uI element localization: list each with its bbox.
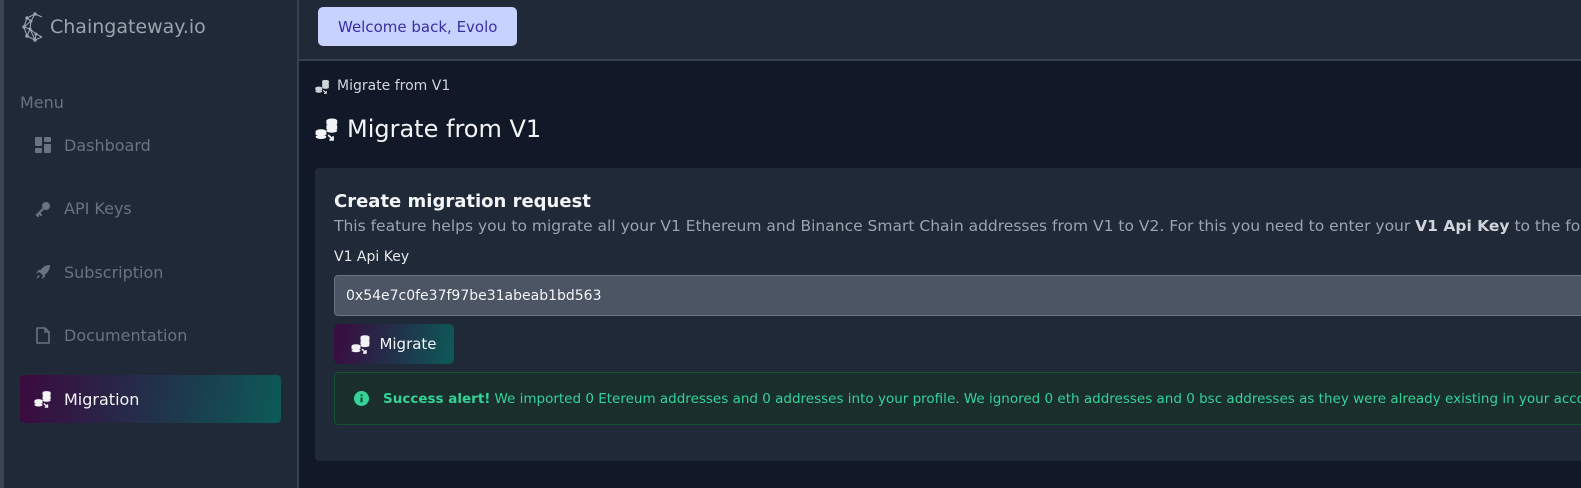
- sidebar-item-api-keys[interactable]: API Keys: [20, 185, 281, 233]
- api-key-label: V1 Api Key: [334, 249, 410, 265]
- description-bold: V1 Api Key: [1415, 217, 1510, 235]
- coins-migrate-icon: [315, 79, 330, 94]
- sidebar-item-label: API Keys: [64, 199, 132, 218]
- sidebar-item-migration[interactable]: Migration: [20, 375, 281, 423]
- logo[interactable]: Chaingateway.io: [22, 10, 206, 44]
- description-text-end: to the form.: [1514, 217, 1581, 235]
- sidebar-item-label: Subscription: [64, 262, 164, 282]
- coins-migrate-icon: [315, 117, 339, 141]
- top-bar: Welcome back, Evolo: [299, 0, 1581, 61]
- sidebar-item-label: Migration: [64, 389, 140, 409]
- api-key-input[interactable]: [334, 275, 1581, 316]
- key-icon: [34, 200, 52, 218]
- sidebar-item-documentation[interactable]: Documentation: [20, 312, 281, 360]
- sidebar-nav: Dashboard API Keys Subscription Document…: [20, 121, 281, 439]
- sidebar-item-label: Dashboard: [64, 135, 151, 155]
- chaingateway-logo-icon: [22, 12, 43, 42]
- sidebar-item-dashboard[interactable]: Dashboard: [20, 121, 281, 169]
- page-title-text: Migrate from V1: [347, 115, 542, 143]
- menu-heading: Menu: [20, 93, 64, 112]
- card-description: This feature helps you to migrate all yo…: [334, 217, 1581, 235]
- success-alert: Success alert! We imported 0 Etereum add…: [334, 372, 1581, 425]
- info-circle-icon: [354, 391, 369, 406]
- migrate-button-label: Migrate: [379, 335, 437, 353]
- coins-migrate-icon: [351, 334, 371, 354]
- sidebar: Chaingateway.io Menu Dashboard API Keys …: [4, 0, 299, 488]
- app-name: Chaingateway.io: [50, 16, 206, 38]
- document-icon: [34, 327, 52, 345]
- dashboard-icon: [34, 136, 52, 154]
- migrate-button[interactable]: Migrate: [334, 324, 454, 364]
- description-text: This feature helps you to migrate all yo…: [334, 217, 1416, 235]
- rocket-icon: [34, 263, 52, 281]
- breadcrumb-label[interactable]: Migrate from V1: [337, 78, 450, 94]
- page-title: Migrate from V1: [315, 115, 541, 143]
- welcome-badge[interactable]: Welcome back, Evolo: [318, 7, 518, 46]
- alert-title: Success alert!: [383, 390, 491, 407]
- sidebar-item-subscription[interactable]: Subscription: [20, 248, 281, 296]
- sidebar-item-label: Documentation: [64, 326, 188, 345]
- breadcrumb: Migrate from V1: [315, 78, 450, 94]
- coins-migrate-icon: [34, 390, 52, 408]
- migration-card: Create migration request This feature he…: [315, 168, 1581, 461]
- alert-message: We imported 0 Etereum addresses and 0 ad…: [494, 390, 1581, 407]
- card-title: Create migration request: [334, 191, 591, 212]
